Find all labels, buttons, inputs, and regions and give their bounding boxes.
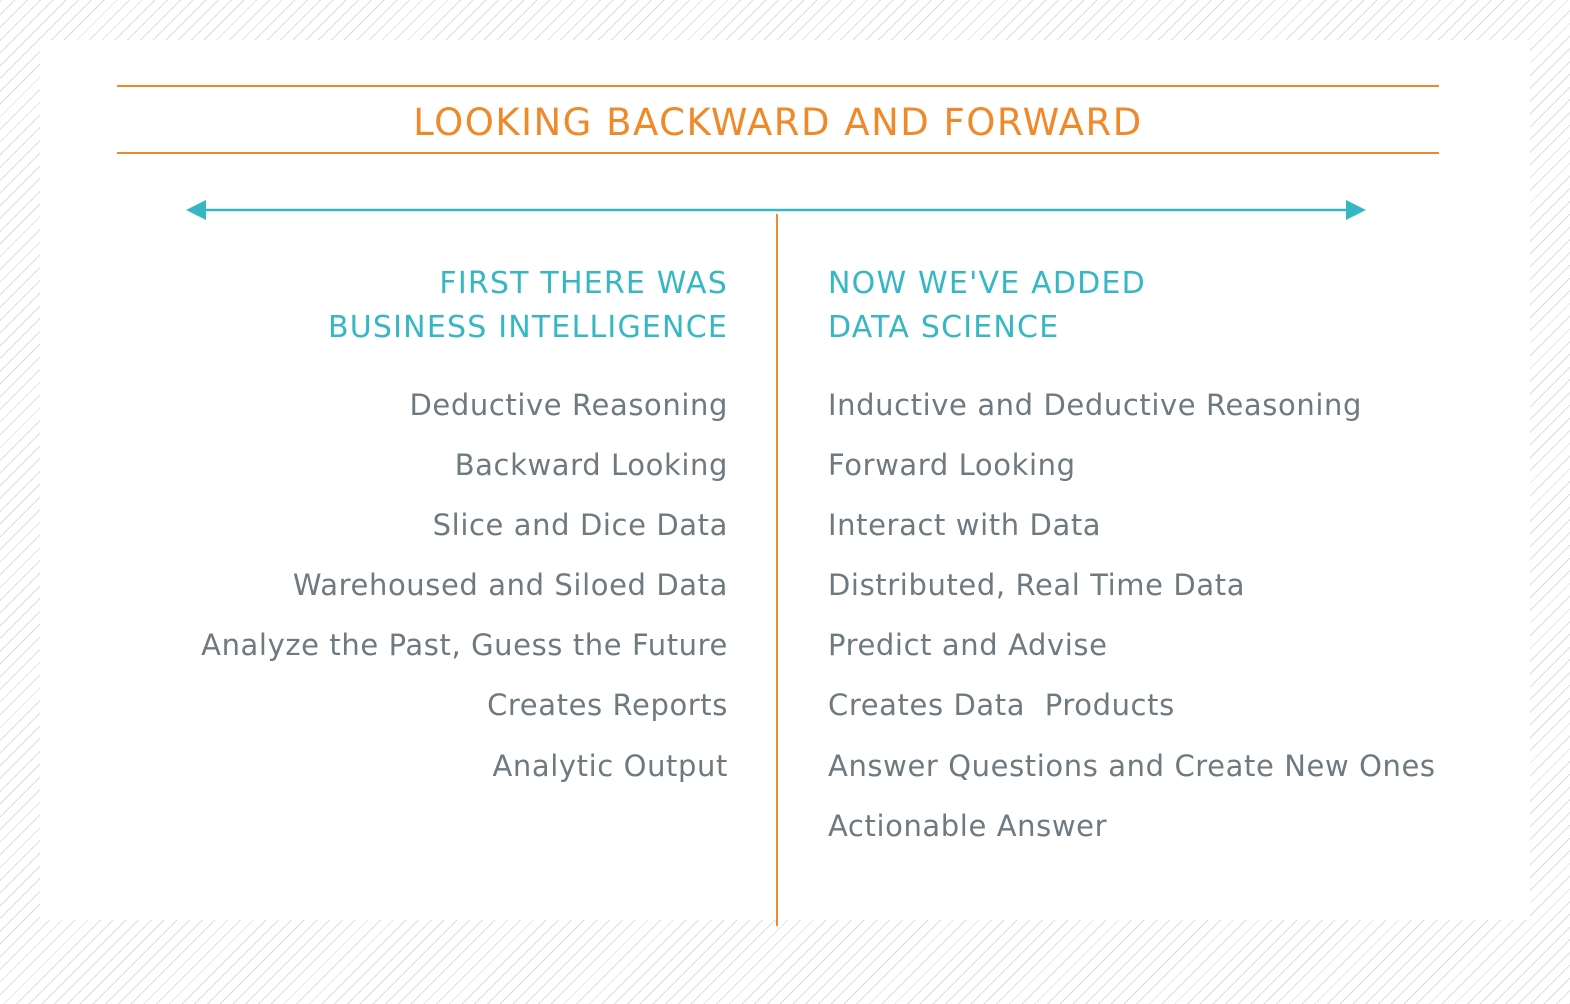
list-item: Creates Reports: [487, 688, 728, 723]
title-rule-top: [117, 85, 1439, 87]
left-heading-line-1: FIRST THERE WAS: [439, 266, 728, 301]
list-item: Slice and Dice Data: [432, 508, 728, 543]
list-item: Distributed, Real Time Data: [828, 568, 1246, 603]
list-item: Predict and Advise: [828, 628, 1108, 663]
center-divider: [776, 214, 778, 926]
left-column-list: Deductive Reasoning Backward Looking Sli…: [201, 379, 728, 800]
list-item: Inductive and Deductive Reasoning: [828, 388, 1362, 422]
list-item: Warehoused and Siloed Data: [292, 568, 728, 603]
right-heading-line-2: DATA SCIENCE: [828, 310, 1060, 345]
right-column-heading: NOW WE'VE ADDED DATA SCIENCE: [828, 262, 1146, 350]
double-headed-arrow: [186, 200, 1366, 220]
arrow-head-left: [186, 200, 206, 220]
list-item: Forward Looking: [828, 448, 1076, 483]
list-item: Deductive Reasoning: [409, 388, 728, 422]
right-column-list: Inductive and Deductive Reasoning Forwar…: [828, 379, 1436, 860]
list-item: Analytic Output: [492, 748, 728, 783]
right-heading-line-1: NOW WE'VE ADDED: [828, 266, 1146, 301]
list-item: Creates Data Products: [828, 688, 1175, 723]
arrow-head-right: [1346, 200, 1366, 220]
left-heading-line-2: BUSINESS INTELLIGENCE: [327, 310, 728, 345]
title-rule-bottom: [117, 152, 1439, 154]
list-item: Answer Questions and Create New Ones: [828, 748, 1436, 783]
left-column-heading: FIRST THERE WAS BUSINESS INTELLIGENCE: [328, 262, 728, 350]
list-item: Interact with Data: [828, 508, 1102, 543]
diagram-title: LOOKING BACKWARD AND FORWARD: [413, 101, 1143, 144]
list-item: Analyze the Past, Guess the Future: [201, 628, 728, 663]
list-item: Actionable Answer: [828, 808, 1108, 843]
list-item: Backward Looking: [454, 448, 728, 483]
